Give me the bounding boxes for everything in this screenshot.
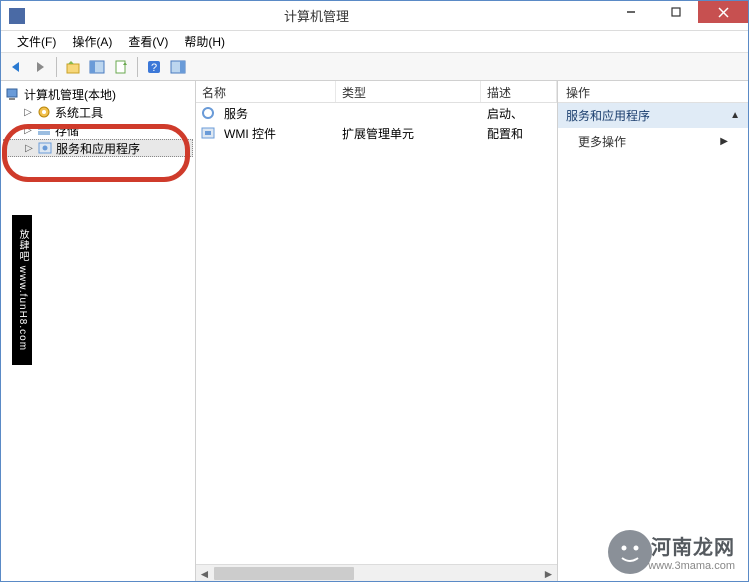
watermark-logo <box>606 528 654 576</box>
tree-item-storage-label: 存储 <box>55 122 79 139</box>
actions-context-title[interactable]: 服务和应用程序 ▲ <box>558 103 748 128</box>
actions-body: 服务和应用程序 ▲ 更多操作 ▶ <box>558 103 748 581</box>
titlebar: 计算机管理 <box>1 1 748 31</box>
toolbar-separator-2 <box>137 57 138 77</box>
actions-pane: 操作 服务和应用程序 ▲ 更多操作 ▶ <box>558 81 748 581</box>
cell-name-1: WMI 控件 <box>218 125 336 142</box>
tree-item-storage[interactable]: ▷ 存储 <box>3 121 193 139</box>
close-button[interactable] <box>698 1 748 23</box>
cell-desc-0: 启动、 <box>481 105 557 122</box>
submenu-icon: ▶ <box>720 136 728 147</box>
list-row-wmi[interactable]: WMI 控件 扩展管理单元 配置和 <box>196 123 557 143</box>
expand-icon-3[interactable]: ▷ <box>24 143 34 154</box>
col-header-type[interactable]: 类型 <box>336 81 481 102</box>
cell-type-1: 扩展管理单元 <box>336 125 481 142</box>
storage-icon <box>36 122 52 138</box>
watermark-text: 河南龙网 www.3mama.com <box>648 531 735 572</box>
menu-file[interactable]: 文件(F) <box>9 31 64 52</box>
export-button[interactable] <box>110 56 132 78</box>
show-hide-console-button[interactable] <box>86 56 108 78</box>
menu-help[interactable]: 帮助(H) <box>176 31 233 52</box>
window-title: 计算机管理 <box>25 6 608 25</box>
cell-desc-1: 配置和 <box>481 125 557 142</box>
export-icon <box>113 59 129 75</box>
toolbar: ? <box>1 53 748 81</box>
action-more-label: 更多操作 <box>578 133 626 150</box>
maximize-icon <box>671 7 681 17</box>
window: 计算机管理 文件(F) 操作(A) 查看(V) 帮助(H) <box>0 0 749 582</box>
up-button[interactable] <box>62 56 84 78</box>
menubar: 文件(F) 操作(A) 查看(V) 帮助(H) <box>1 31 748 53</box>
watermark-line2: www.3mama.com <box>648 560 735 572</box>
expand-icon[interactable]: ▷ <box>23 107 33 118</box>
toolbar-separator <box>56 57 57 77</box>
properties-button[interactable] <box>167 56 189 78</box>
collapse-icon: ▲ <box>730 110 740 121</box>
menu-view[interactable]: 查看(V) <box>120 31 176 52</box>
computer-icon <box>5 86 21 102</box>
col-header-desc[interactable]: 描述 <box>481 81 557 102</box>
forward-button[interactable] <box>29 56 51 78</box>
tree-item-services-apps[interactable]: ▷ 服务和应用程序 <box>3 139 193 157</box>
wmi-row-icon <box>196 125 218 141</box>
tree-item-tools-label: 系统工具 <box>55 104 103 121</box>
maximize-button[interactable] <box>653 1 698 23</box>
help-button[interactable]: ? <box>143 56 165 78</box>
action-more[interactable]: 更多操作 ▶ <box>558 128 748 155</box>
help-icon: ? <box>146 59 162 75</box>
tree-item-system-tools[interactable]: ▷ 系统工具 <box>3 103 193 121</box>
panes2-icon <box>170 59 186 75</box>
folder-up-icon <box>65 59 81 75</box>
forward-icon <box>32 59 48 75</box>
tree-root-label: 计算机管理(本地) <box>24 86 116 103</box>
body: 计算机管理(本地) ▷ 系统工具 ▷ 存储 ▷ <box>1 81 748 581</box>
app-icon <box>9 8 25 24</box>
horizontal-scrollbar[interactable]: ◄ ► <box>196 564 557 581</box>
side-watermark: 放肆吧 www.funH8.com <box>12 215 32 365</box>
scroll-right-icon[interactable]: ► <box>540 565 557 581</box>
menu-action[interactable]: 操作(A) <box>64 31 120 52</box>
panes-icon <box>89 59 105 75</box>
close-icon <box>718 7 729 18</box>
minimize-button[interactable] <box>608 1 653 23</box>
back-button[interactable] <box>5 56 27 78</box>
scroll-thumb[interactable] <box>214 567 354 580</box>
list-pane: 名称 类型 描述 服务 启动、 WMI 控件 <box>196 81 558 581</box>
window-controls <box>608 1 748 30</box>
svg-text:?: ? <box>151 62 157 74</box>
watermark-line1: 河南龙网 <box>648 531 735 560</box>
tools-icon <box>36 104 52 120</box>
tree-root[interactable]: 计算机管理(本地) <box>3 85 193 103</box>
cell-name-0: 服务 <box>218 105 336 122</box>
actions-header: 操作 <box>558 81 748 103</box>
list-header: 名称 类型 描述 <box>196 81 557 103</box>
minimize-icon <box>626 7 636 17</box>
scroll-left-icon[interactable]: ◄ <box>196 565 213 581</box>
back-icon <box>8 59 24 75</box>
tree-item-services-label: 服务和应用程序 <box>56 140 140 157</box>
services-row-icon <box>196 105 218 121</box>
actions-context-label: 服务和应用程序 <box>566 107 650 124</box>
list-body: 服务 启动、 WMI 控件 扩展管理单元 配置和 <box>196 103 557 564</box>
col-header-name[interactable]: 名称 <box>196 81 336 102</box>
list-row-services[interactable]: 服务 启动、 <box>196 103 557 123</box>
services-icon <box>37 140 53 156</box>
expand-icon-2[interactable]: ▷ <box>23 125 33 136</box>
